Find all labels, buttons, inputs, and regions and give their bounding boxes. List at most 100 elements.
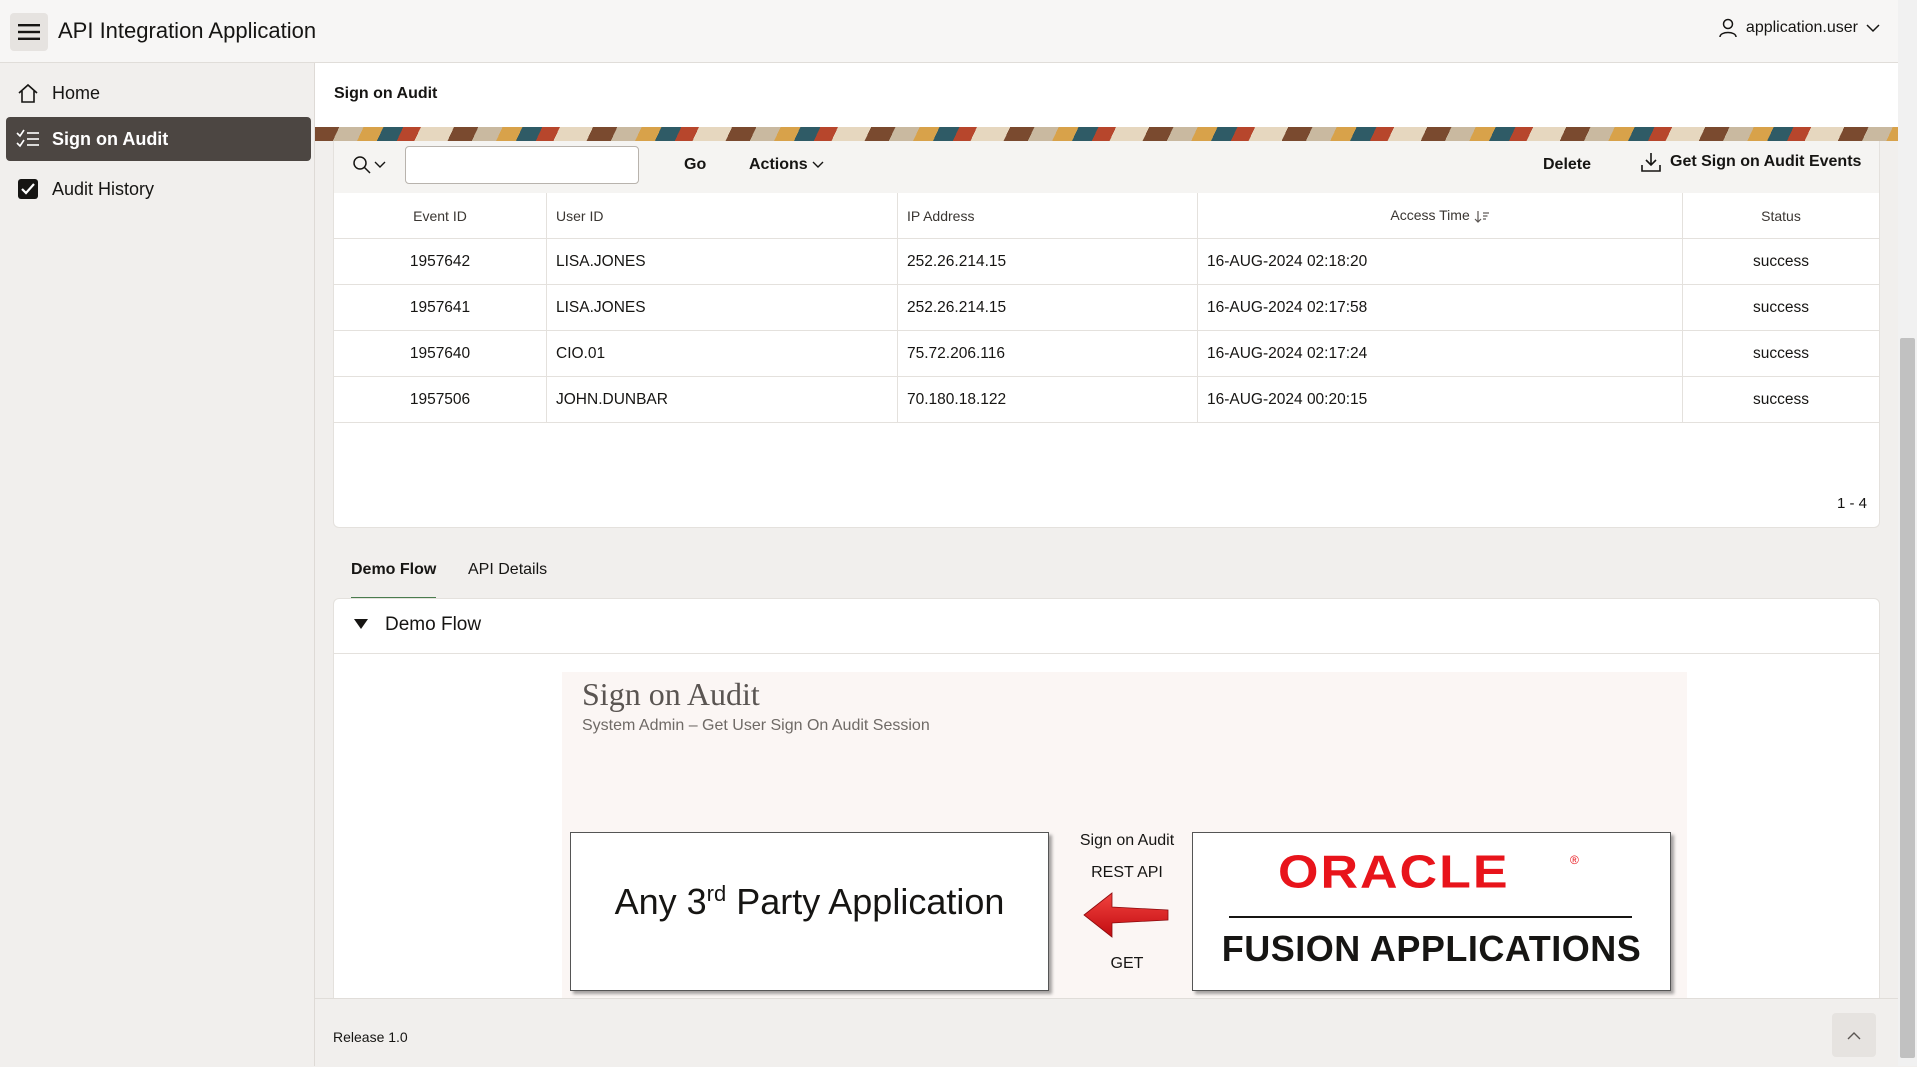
page-title: Sign on Audit	[334, 85, 438, 102]
hamburger-icon	[18, 24, 40, 40]
demo-flow-diagram: Sign on Audit System Admin – Get User Si…	[562, 672, 1687, 1004]
get-method-label: GET	[1110, 955, 1144, 972]
diagram-subtitle: System Admin – Get User Sign On Audit Se…	[582, 717, 930, 734]
column-header-status[interactable]: Status	[1682, 193, 1879, 239]
report-toolbar: Go Actions Delete Get Sign on Audit Even…	[334, 141, 1879, 193]
sidebar-item-label: Sign on Audit	[52, 128, 169, 149]
cell-event-id: 1957641	[334, 284, 547, 331]
app-header: API Integration Application application.…	[0, 0, 1898, 63]
page-footer: Release 1.0	[315, 998, 1898, 1067]
cell-user-id: LISA.JONES	[546, 238, 898, 285]
actions-label: Actions	[749, 156, 808, 173]
table-row: 1957640 CIO.01 75.72.206.116 16-AUG-2024…	[334, 330, 1879, 377]
cell-user-id: CIO.01	[546, 330, 898, 377]
cell-event-id: 1957642	[334, 238, 547, 285]
sign-on-audit-label: Sign on Audit	[1079, 832, 1175, 849]
sidebar-item-sign-on-audit[interactable]: Sign on Audit	[6, 117, 311, 161]
column-header-label: Access Time	[1390, 207, 1470, 224]
decorative-banner	[315, 127, 1898, 141]
checkbox-icon	[14, 175, 42, 203]
scroll-to-top-button[interactable]	[1832, 1013, 1876, 1057]
cell-ip-address: 252.26.214.15	[897, 284, 1198, 331]
actions-menu-button[interactable]: Actions	[749, 156, 824, 174]
release-label: Release 1.0	[333, 1029, 408, 1045]
cell-ip-address: 252.26.214.15	[897, 238, 1198, 285]
third-party-suffix: Party Application	[726, 881, 1005, 922]
table-header-row: Event ID User ID IP Address Access Time …	[334, 193, 1879, 239]
column-header-access-time[interactable]: Access Time	[1197, 193, 1683, 239]
cell-user-id: JOHN.DUNBAR	[546, 376, 898, 423]
rest-api-label: REST API	[1091, 864, 1163, 881]
search-input[interactable]	[405, 146, 639, 184]
third-party-app-box: Any 3rd Party Application	[570, 832, 1049, 991]
sidebar-item-audit-history[interactable]: Audit History	[6, 167, 311, 211]
diagram-title: Sign on Audit	[582, 676, 760, 712]
checklist-icon	[14, 125, 42, 153]
hamburger-menu-button[interactable]	[10, 13, 48, 51]
cell-access-time: 16-AUG-2024 00:20:15	[1197, 376, 1683, 423]
audit-table: Event ID User ID IP Address Access Time …	[334, 193, 1879, 423]
download-icon	[1641, 153, 1661, 172]
logo-divider	[1229, 916, 1632, 918]
cell-ip-address: 75.72.206.116	[897, 330, 1198, 377]
fusion-applications-label: FUSION APPLICATIONS	[1221, 928, 1642, 969]
cell-access-time: 16-AUG-2024 02:17:58	[1197, 284, 1683, 331]
chevron-down-icon	[1866, 24, 1880, 33]
interactive-report: Go Actions Delete Get Sign on Audit Even…	[333, 141, 1880, 528]
sidebar-item-home[interactable]: Home	[6, 71, 311, 115]
column-header-user-id[interactable]: User ID	[546, 193, 898, 239]
table-row: 1957641 LISA.JONES 252.26.214.15 16-AUG-…	[334, 284, 1879, 331]
page-scrollbar[interactable]	[1898, 0, 1917, 1066]
delete-button[interactable]: Delete	[1543, 156, 1591, 174]
region-header[interactable]: Demo Flow	[334, 599, 1879, 654]
oracle-logo: ORACLE ®	[1278, 846, 1579, 899]
sidebar-item-label: Home	[52, 82, 101, 103]
table-row: 1957642 LISA.JONES 252.26.214.15 16-AUG-…	[334, 238, 1879, 285]
collapse-caret-icon[interactable]	[354, 619, 368, 629]
chevron-up-icon	[1847, 1031, 1861, 1039]
chevron-down-icon	[812, 161, 824, 168]
scrollbar-thumb[interactable]	[1900, 338, 1915, 1058]
cell-event-id: 1957640	[334, 330, 547, 377]
cell-status: success	[1682, 376, 1879, 423]
cell-ip-address: 70.180.18.122	[897, 376, 1198, 423]
cell-access-time: 16-AUG-2024 02:17:24	[1197, 330, 1683, 377]
column-header-event-id[interactable]: Event ID	[334, 193, 547, 239]
cell-status: success	[1682, 284, 1879, 331]
pagination-range: 1 - 4	[1836, 495, 1867, 512]
user-menu[interactable]: application.user	[1718, 18, 1880, 38]
tab-api-details[interactable]: API Details	[468, 561, 547, 597]
sort-descending-icon	[1474, 210, 1489, 223]
user-icon	[1719, 18, 1737, 38]
third-party-sup: rd	[706, 881, 727, 906]
cell-status: success	[1682, 238, 1879, 285]
get-events-label: Get Sign on Audit Events	[1670, 153, 1862, 170]
go-button[interactable]: Go	[684, 156, 706, 174]
get-sign-on-audit-events-button[interactable]: Get Sign on Audit Events	[1640, 151, 1861, 173]
user-name: application.user	[1745, 19, 1858, 36]
chevron-down-icon	[374, 161, 386, 168]
region-title: Demo Flow	[385, 614, 482, 635]
home-icon	[14, 79, 42, 107]
oracle-fusion-box: ORACLE ® FUSION APPLICATIONS	[1192, 832, 1671, 991]
cell-status: success	[1682, 330, 1879, 377]
search-column-selector[interactable]	[352, 155, 386, 175]
third-party-app-label: Any 3rd Party Application	[571, 881, 1048, 923]
red-arrow-left-icon	[1083, 892, 1169, 938]
cell-user-id: LISA.JONES	[546, 284, 898, 331]
demo-flow-region: Demo Flow Sign on Audit System Admin – G…	[333, 598, 1880, 1025]
sidebar-item-label: Audit History	[52, 178, 155, 199]
page-title-bar: Sign on Audit	[315, 63, 1898, 127]
sidebar-nav: Home Sign on Audit Audit History	[0, 63, 315, 1066]
cell-access-time: 16-AUG-2024 02:18:20	[1197, 238, 1683, 285]
tab-demo-flow[interactable]: Demo Flow	[351, 561, 437, 600]
third-party-prefix: Any 3	[614, 881, 707, 922]
app-title[interactable]: API Integration Application	[58, 18, 316, 44]
cell-event-id: 1957506	[334, 376, 547, 423]
registered-mark: ®	[1570, 853, 1579, 867]
column-header-ip-address[interactable]: IP Address	[897, 193, 1198, 239]
oracle-logo-text: ORACLE	[1278, 845, 1510, 899]
main-content: Sign on Audit Go Actions Delete Get Sign…	[315, 63, 1898, 1067]
search-icon	[353, 156, 371, 174]
table-row: 1957506 JOHN.DUNBAR 70.180.18.122 16-AUG…	[334, 376, 1879, 423]
